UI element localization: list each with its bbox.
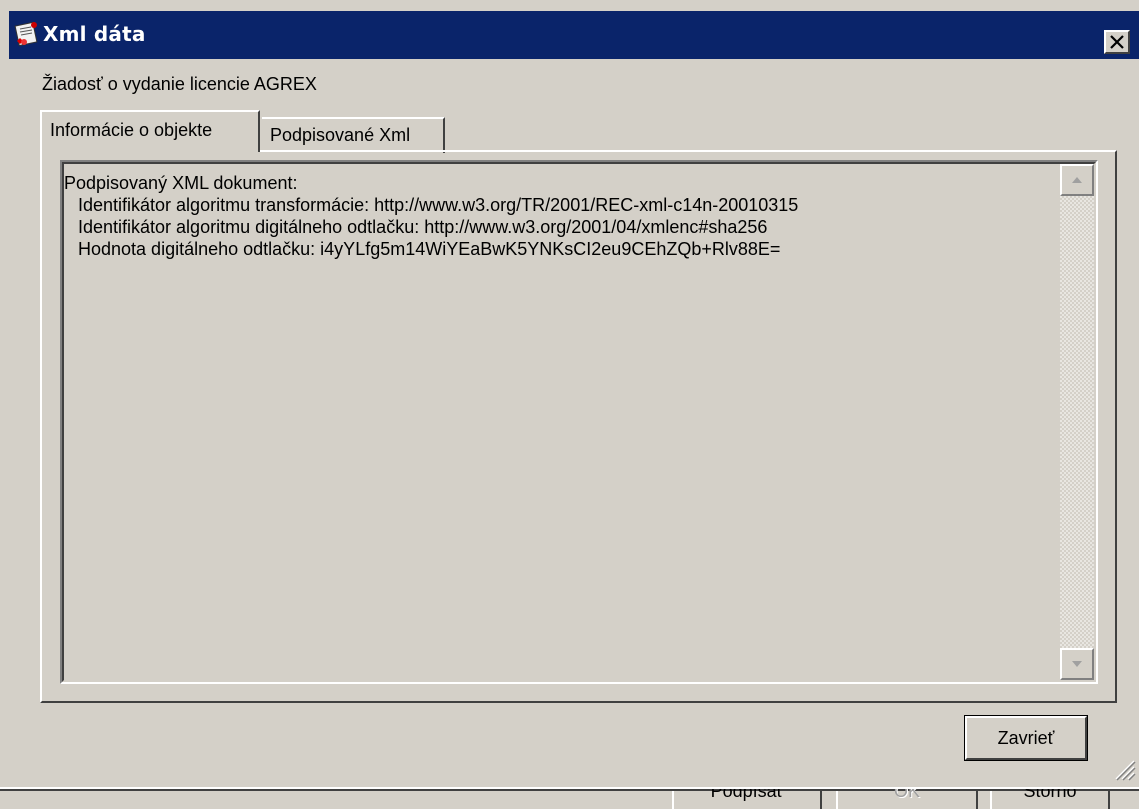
- tab-signed-xml[interactable]: Podpisované Xml: [262, 117, 445, 153]
- background-dialog-strip: Podpísať OK Storno: [0, 787, 1139, 809]
- vertical-scrollbar[interactable]: [1060, 164, 1094, 680]
- dialog-window: Podpísať OK Storno Xml dáta Žiadosť o vy…: [0, 0, 1139, 809]
- arrow-up-icon: [1072, 177, 1082, 183]
- arrow-down-icon: [1072, 661, 1082, 667]
- content-line: Identifikátor algoritmu transformácie: h…: [78, 195, 799, 215]
- certificate-doc-icon: [14, 20, 42, 48]
- window-close-button[interactable]: [1104, 30, 1130, 54]
- title-bar[interactable]: Xml dáta: [9, 11, 1139, 59]
- close-icon: [1110, 35, 1124, 49]
- content-line: Podpisovaný XML dokument:: [64, 173, 298, 193]
- background-ok-button[interactable]: OK: [836, 789, 978, 809]
- request-title: Žiadosť o vydanie licencie AGREX: [42, 74, 317, 94]
- close-dialog-button[interactable]: Zavrieť: [964, 715, 1088, 761]
- scroll-up-button[interactable]: [1060, 164, 1094, 196]
- xml-info-text: Podpisovaný XML dokument: Identifikátor a…: [64, 172, 798, 260]
- background-cancel-button[interactable]: Storno: [990, 789, 1110, 809]
- tab-object-info[interactable]: Informácie o objekte: [40, 110, 260, 152]
- close-button-label: Zavrieť: [997, 728, 1055, 748]
- resize-grip-icon[interactable]: [1110, 755, 1136, 781]
- tab-label: Informácie o objekte: [50, 120, 213, 140]
- tab-label: Podpisované Xml: [270, 125, 411, 145]
- background-sign-button[interactable]: Podpísať: [672, 789, 822, 809]
- scroll-down-button[interactable]: [1060, 648, 1094, 680]
- window-title: Xml dáta: [43, 22, 146, 46]
- xml-info-textarea[interactable]: Podpisovaný XML dokument: Identifikátor a…: [60, 160, 1098, 684]
- content-line: Hodnota digitálneho odtlačku: i4yYLfg5m1…: [78, 239, 781, 259]
- content-line: Identifikátor algoritmu digitálneho odtl…: [78, 217, 768, 237]
